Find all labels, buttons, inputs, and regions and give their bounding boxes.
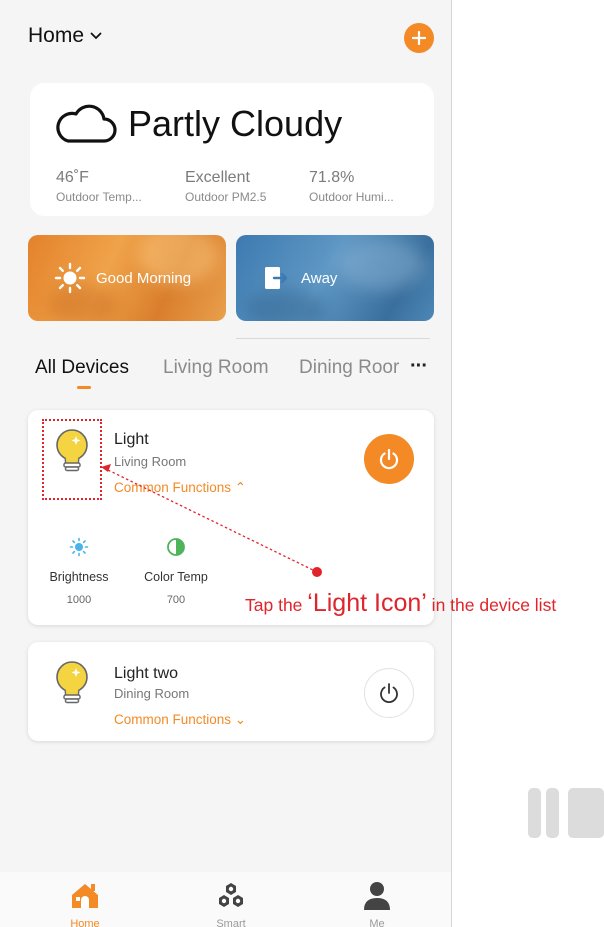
nav-label: Home (70, 918, 100, 927)
cloud-icon (56, 104, 117, 143)
device-name: Light (114, 431, 149, 448)
weather-stat-value: Excellent (185, 169, 250, 186)
sun-icon (54, 262, 86, 294)
weather-stat-pm25: Excellent Outdoor PM2.5 (185, 169, 266, 204)
brightness-icon (69, 537, 89, 557)
power-icon (379, 448, 399, 470)
function-brightness[interactable]: Brightness 1000 (44, 537, 114, 606)
tab-active-indicator (77, 386, 91, 389)
weather-stat-temp: 46˚F Outdoor Temp... (56, 169, 142, 204)
weather-stat-humidity: 71.8% Outdoor Humi... (309, 169, 394, 204)
device-room: Dining Room (114, 686, 190, 701)
power-icon (380, 683, 398, 704)
weather-stat-label: Outdoor Humi... (309, 190, 394, 204)
pause-bar (546, 788, 559, 838)
color-temp-icon (167, 538, 185, 556)
pause-icon[interactable] (528, 788, 604, 838)
nav-smart[interactable]: Smart (201, 880, 261, 927)
scene-label: Away (301, 269, 338, 287)
weather-stat-value: 46˚F (56, 169, 89, 186)
phone-screen: Home Partly Cloudy 46˚F Outdoor Temp... … (0, 0, 452, 927)
plus-icon (412, 31, 426, 45)
function-value: 700 (166, 594, 186, 606)
bottom-nav: Home Smart Me (0, 872, 451, 927)
device-card-light-two[interactable]: Light two Dining Room Common Functions ⌄ (28, 642, 434, 741)
common-functions-toggle[interactable]: Common Functions ⌄ (114, 712, 246, 728)
home-label: Home (28, 24, 85, 47)
nav-label: Me (369, 918, 385, 927)
more-tabs-button[interactable]: ··· (410, 355, 428, 378)
home-icon (72, 884, 98, 908)
power-button[interactable] (364, 434, 414, 484)
scene-texture (336, 240, 426, 290)
tab-dining-room[interactable]: Dining Roor (299, 357, 401, 379)
smart-hexagons-icon (219, 883, 243, 907)
weather-condition: Partly Cloudy (128, 103, 343, 144)
weather-stat-value: 71.8% (309, 169, 355, 186)
scene-label: Good Morning (96, 269, 192, 287)
function-value: 1000 (66, 594, 92, 606)
pause-bar (528, 788, 541, 838)
scene-away[interactable]: Away (236, 235, 434, 321)
add-button[interactable] (404, 23, 434, 53)
common-functions-toggle[interactable]: Common Functions ⌃ (114, 480, 246, 496)
nav-home[interactable]: Home (55, 880, 115, 927)
home-selector[interactable]: Home (28, 24, 102, 48)
leave-home-icon (265, 267, 288, 289)
device-room: Living Room (114, 454, 187, 469)
device-name: Light two (114, 665, 179, 682)
tab-all-devices[interactable]: All Devices (35, 357, 129, 379)
scene-texture (246, 290, 326, 321)
nav-me[interactable]: Me (347, 880, 407, 927)
chevron-down-icon (90, 32, 102, 40)
annotation-caption: Tap the ‘Light Icon’ in the device list (245, 589, 556, 618)
section-divider (236, 338, 430, 339)
function-color-temp[interactable]: Color Temp 700 (138, 537, 214, 606)
function-label: Color Temp (144, 570, 208, 584)
tab-living-room[interactable]: Living Room (163, 357, 269, 379)
function-label: Brightness (49, 570, 109, 584)
annotation-highlight: ‘Light Icon’ (307, 589, 427, 617)
scene-good-morning[interactable]: Good Morning (28, 235, 226, 321)
annotation-suffix: in the device list (426, 595, 557, 615)
weather-stat-label: Outdoor PM2.5 (185, 190, 267, 204)
pause-bar (568, 788, 604, 838)
weather-stat-label: Outdoor Temp... (56, 190, 142, 204)
light-bulb-icon[interactable] (52, 660, 92, 706)
weather-card[interactable]: Partly Cloudy 46˚F Outdoor Temp... Excel… (30, 83, 434, 216)
annotation-prefix: Tap the (245, 595, 308, 615)
user-icon (364, 882, 390, 910)
nav-label: Smart (216, 918, 246, 927)
light-icon-highlight (42, 419, 102, 500)
power-button[interactable] (364, 668, 414, 718)
